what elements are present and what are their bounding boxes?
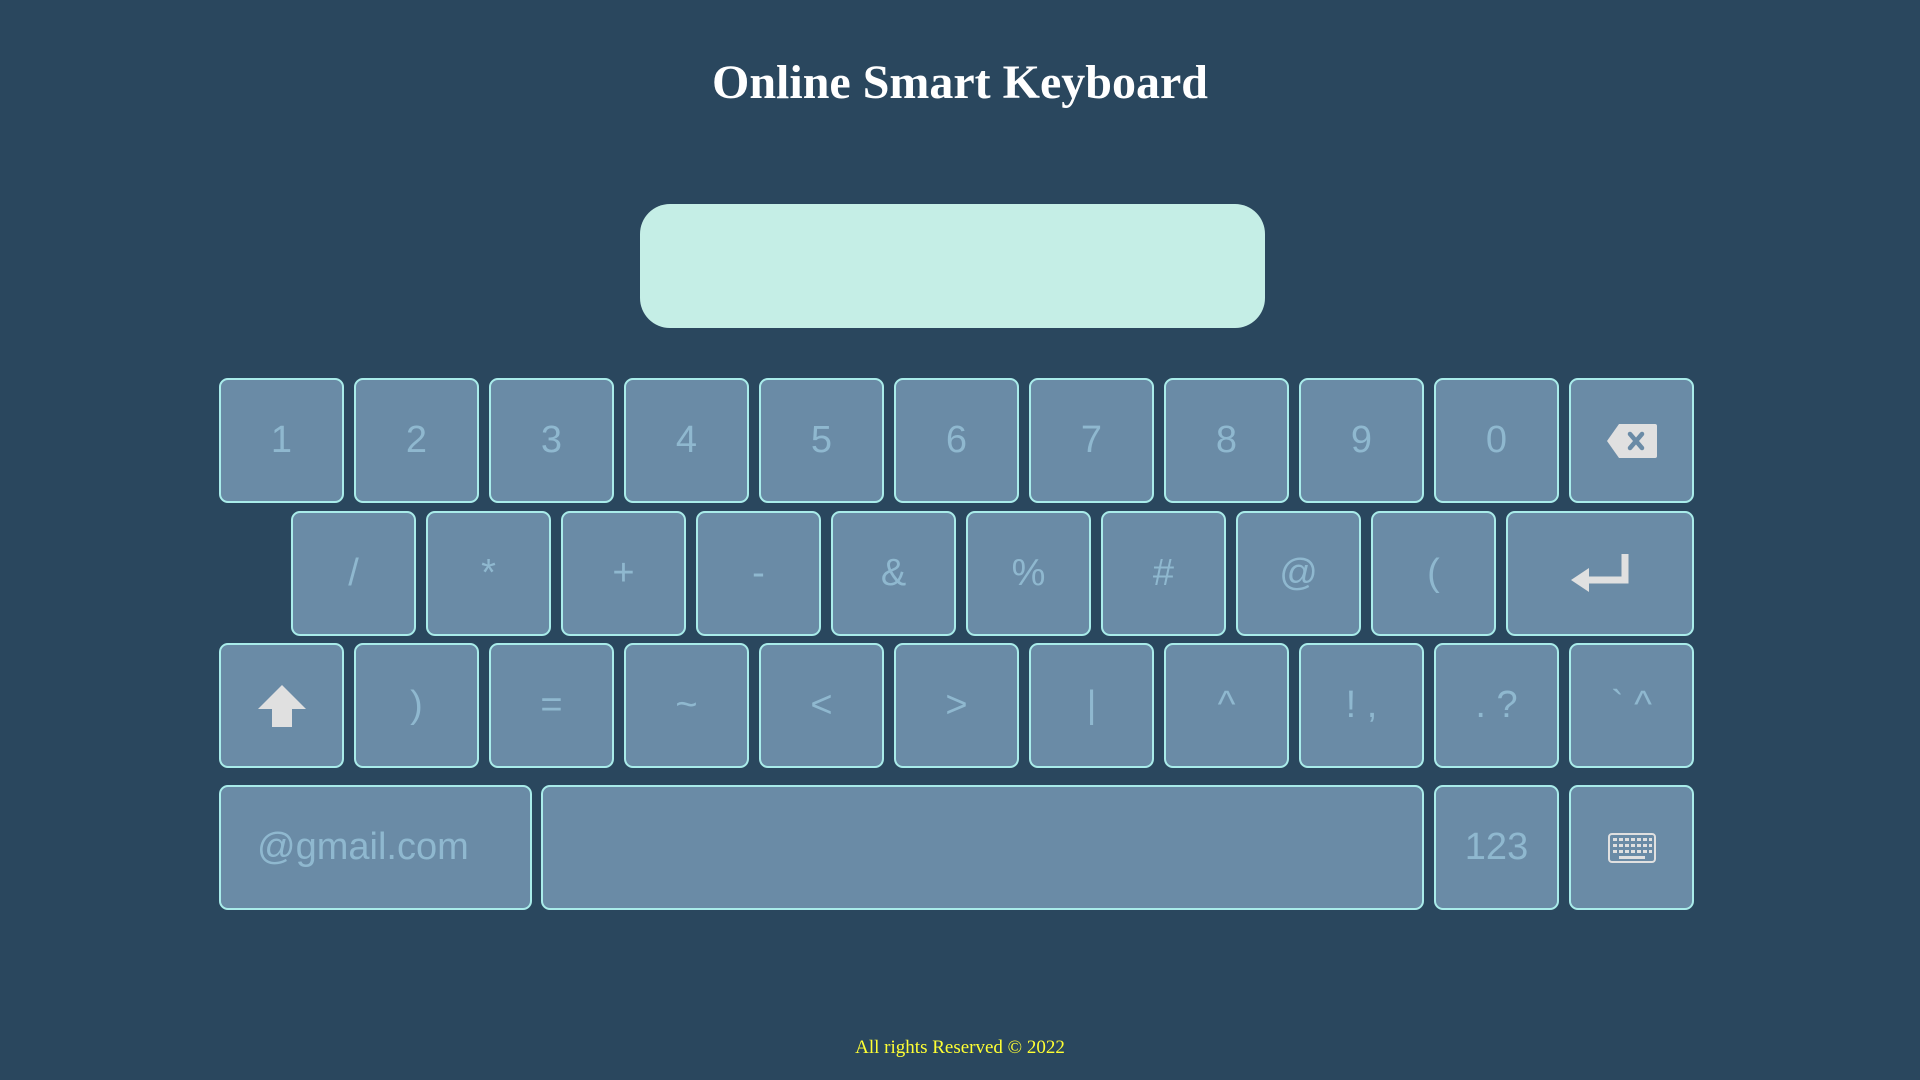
key-percent[interactable]: % bbox=[966, 511, 1091, 636]
key-hash[interactable]: # bbox=[1101, 511, 1226, 636]
key-8[interactable]: 8 bbox=[1164, 378, 1289, 503]
key-pipe[interactable]: | bbox=[1029, 643, 1154, 768]
key-equals[interactable]: = bbox=[489, 643, 614, 768]
key-open-paren[interactable]: ( bbox=[1371, 511, 1496, 636]
enter-key[interactable] bbox=[1506, 511, 1694, 636]
gmail-key[interactable]: @gmail.com bbox=[219, 785, 532, 910]
key-9[interactable]: 9 bbox=[1299, 378, 1424, 503]
key-caret[interactable]: ^ bbox=[1164, 643, 1289, 768]
key-2[interactable]: 2 bbox=[354, 378, 479, 503]
keyboard-icon bbox=[1607, 832, 1656, 863]
space-key[interactable] bbox=[541, 785, 1424, 910]
key-asterisk[interactable]: * bbox=[426, 511, 551, 636]
key-minus[interactable]: - bbox=[696, 511, 821, 636]
key-tilde[interactable]: ~ bbox=[624, 643, 749, 768]
numbers-key[interactable]: 123 bbox=[1434, 785, 1559, 910]
key-slash[interactable]: / bbox=[291, 511, 416, 636]
backspace-key[interactable] bbox=[1569, 378, 1694, 503]
key-period-question[interactable]: . ? bbox=[1434, 643, 1559, 768]
key-backtick-caret[interactable]: ` ^ bbox=[1569, 643, 1694, 768]
key-3[interactable]: 3 bbox=[489, 378, 614, 503]
key-0[interactable]: 0 bbox=[1434, 378, 1559, 503]
footer-copyright: All rights Reserved © 2022 bbox=[855, 1037, 1065, 1058]
enter-icon bbox=[1567, 552, 1633, 596]
key-at[interactable]: @ bbox=[1236, 511, 1361, 636]
key-5[interactable]: 5 bbox=[759, 378, 884, 503]
text-display-input[interactable] bbox=[640, 204, 1265, 328]
backspace-icon bbox=[1605, 422, 1659, 460]
keyboard-toggle-key[interactable] bbox=[1569, 785, 1694, 910]
key-greater-than[interactable]: > bbox=[894, 643, 1019, 768]
key-plus[interactable]: + bbox=[561, 511, 686, 636]
shift-key[interactable] bbox=[219, 643, 344, 768]
key-close-paren[interactable]: ) bbox=[354, 643, 479, 768]
key-exclaim-comma[interactable]: ! , bbox=[1299, 643, 1424, 768]
key-less-than[interactable]: < bbox=[759, 643, 884, 768]
key-7[interactable]: 7 bbox=[1029, 378, 1154, 503]
page-title: Online Smart Keyboard bbox=[711, 56, 1208, 109]
shift-icon bbox=[256, 683, 308, 729]
key-ampersand[interactable]: & bbox=[831, 511, 956, 636]
key-1[interactable]: 1 bbox=[219, 378, 344, 503]
key-4[interactable]: 4 bbox=[624, 378, 749, 503]
key-6[interactable]: 6 bbox=[894, 378, 1019, 503]
